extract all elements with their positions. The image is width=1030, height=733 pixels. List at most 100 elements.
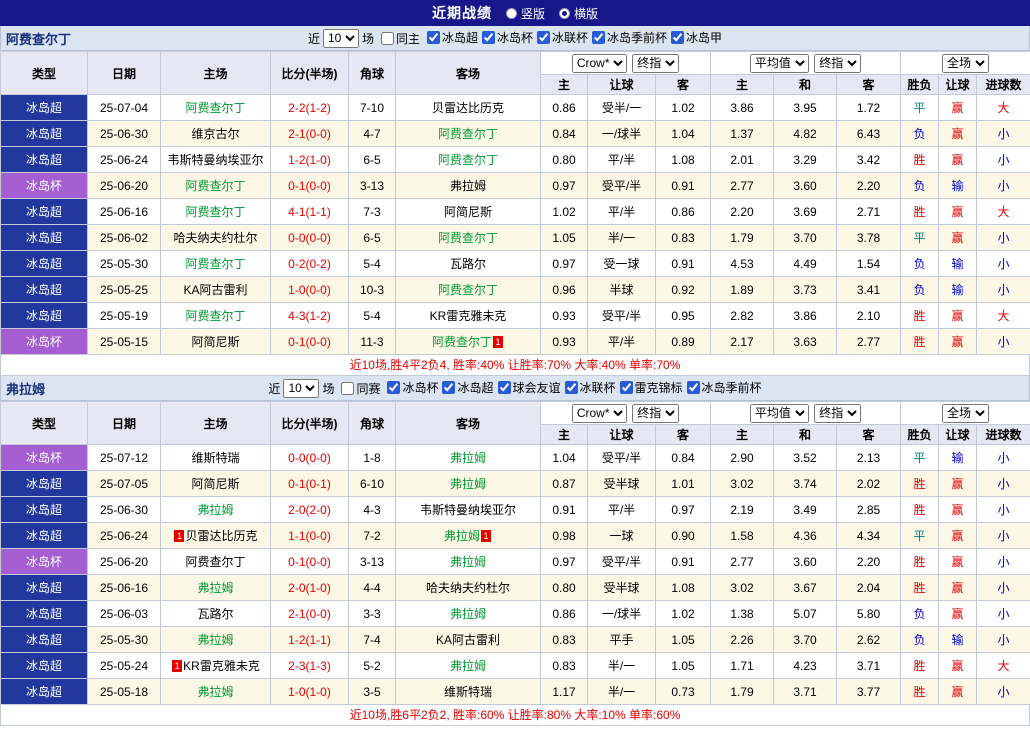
team-link[interactable]: 韦斯特曼纳埃亚尔 (167, 153, 263, 167)
league-checkbox[interactable] (426, 31, 440, 44)
bookmaker-select[interactable]: Crow* (571, 403, 627, 423)
league-checkbox[interactable] (564, 381, 578, 394)
score-link[interactable]: 4-3(1-2) (270, 302, 349, 329)
league-checkbox[interactable] (592, 31, 606, 44)
team-link[interactable]: 弗拉姆 (197, 581, 233, 595)
score-link[interactable]: 0-1(0-0) (270, 328, 349, 355)
score-link[interactable]: 2-0(2-0) (270, 496, 349, 523)
team-link[interactable]: 阿费查尔丁 (185, 205, 245, 219)
team-link[interactable]: 哈夫纳夫约杜尔 (173, 231, 257, 245)
league-filter[interactable]: 雷克锦标 (616, 379, 683, 396)
league-checkbox[interactable] (619, 381, 633, 394)
team-link[interactable]: 瓦路尔 (197, 607, 233, 621)
team-link[interactable]: 阿简尼斯 (191, 335, 239, 349)
team-link[interactable]: KR雷克雅未克 (430, 309, 507, 323)
scope-select[interactable]: 全场 (942, 53, 990, 73)
team-link[interactable]: 阿费查尔丁 (185, 101, 245, 115)
team-link[interactable]: 阿简尼斯 (191, 477, 239, 491)
league-checkbox[interactable] (497, 381, 511, 394)
team-link[interactable]: KA阿古雷利 (183, 283, 247, 297)
team-link[interactable]: 弗拉姆 (444, 529, 480, 543)
team-link[interactable]: 弗拉姆 (197, 503, 233, 517)
score-link[interactable]: 0-1(0-1) (270, 470, 349, 497)
team-link[interactable]: 弗拉姆 (450, 555, 486, 569)
team-link[interactable]: 韦斯特曼纳埃亚尔 (420, 503, 516, 517)
team-link[interactable]: 阿费查尔丁 (185, 179, 245, 193)
team-link[interactable]: 阿费查尔丁 (185, 555, 245, 569)
team-link[interactable]: 弗拉姆 (450, 451, 486, 465)
team-link[interactable]: 维斯特瑞 (191, 451, 239, 465)
avg-stage-select[interactable]: 终指 (814, 403, 862, 423)
team-link[interactable]: 瓦路尔 (450, 257, 486, 271)
team-link[interactable]: 阿费查尔丁 (438, 231, 498, 245)
league-filter[interactable]: 冰岛杯 (478, 29, 533, 46)
score-link[interactable]: 0-0(0-0) (270, 224, 349, 251)
league-checkbox[interactable] (671, 31, 685, 44)
match-count-select[interactable]: 10 (283, 378, 320, 398)
team-link[interactable]: 弗拉姆 (197, 685, 233, 699)
team-link[interactable]: 弗拉姆 (197, 633, 233, 647)
league-checkbox[interactable] (537, 31, 551, 44)
league-filter[interactable]: 冰岛超 (438, 379, 494, 396)
same-checkbox[interactable] (341, 381, 355, 395)
league-checkbox[interactable] (442, 381, 456, 394)
score-link[interactable]: 2-1(0-0) (270, 600, 349, 627)
bookmaker-select[interactable]: Crow* (571, 53, 627, 73)
league-filter[interactable]: 冰岛季前杯 (588, 29, 667, 46)
score-link[interactable]: 0-1(0-0) (270, 548, 349, 575)
score-link[interactable]: 4-1(1-1) (270, 198, 349, 225)
score-link[interactable]: 0-2(0-2) (270, 250, 349, 277)
league-filter[interactable]: 球会友谊 (494, 379, 561, 396)
team-link[interactable]: 维斯特瑞 (444, 685, 492, 699)
score-link[interactable]: 0-0(0-0) (270, 444, 349, 471)
team-link[interactable]: 弗拉姆 (450, 477, 486, 491)
score-link[interactable]: 2-3(1-3) (270, 652, 349, 679)
team-link[interactable]: 弗拉姆 (450, 179, 486, 193)
same-filter[interactable]: 同主 (377, 30, 420, 47)
team-link[interactable]: 阿费查尔丁 (185, 309, 245, 323)
team-link[interactable]: 阿费查尔丁 (438, 127, 498, 141)
team-link[interactable]: 维京古尔 (191, 127, 239, 141)
avg-select[interactable]: 平均值 (749, 53, 809, 73)
team-link[interactable]: 贝雷达比历克 (185, 529, 257, 543)
team-link[interactable]: 阿费查尔丁 (432, 335, 492, 349)
team-link[interactable]: 阿简尼斯 (444, 205, 492, 219)
same-checkbox[interactable] (380, 31, 394, 45)
league-filter[interactable]: 冰岛超 (423, 29, 478, 46)
team-link[interactable]: KA阿古雷利 (436, 633, 500, 647)
team-link[interactable]: 阿费查尔丁 (438, 153, 498, 167)
league-filter[interactable]: 冰岛甲 (667, 29, 722, 46)
score-link[interactable]: 1-1(0-0) (270, 522, 349, 549)
score-link[interactable]: 1-2(1-0) (270, 146, 349, 173)
odds-stage-select[interactable]: 终指 (632, 403, 680, 423)
score-link[interactable]: 1-0(1-0) (270, 678, 349, 705)
score-link[interactable]: 2-1(0-0) (270, 120, 349, 147)
score-link[interactable]: 2-2(1-2) (270, 94, 349, 121)
league-filter[interactable]: 冰岛季前杯 (683, 379, 762, 396)
league-filter[interactable]: 冰岛杯 (383, 379, 438, 396)
score-link[interactable]: 2-0(1-0) (270, 574, 349, 601)
avg-stage-select[interactable]: 终指 (814, 53, 862, 73)
scope-select[interactable]: 全场 (942, 403, 990, 423)
layout-radio-horizontal[interactable]: 横版 (559, 5, 598, 22)
match-count-select[interactable]: 10 (322, 28, 359, 48)
league-checkbox[interactable] (686, 381, 700, 394)
avg-select[interactable]: 平均值 (749, 403, 809, 423)
same-filter[interactable]: 同赛 (337, 380, 380, 397)
league-filter[interactable]: 冰联杯 (561, 379, 616, 396)
score-link[interactable]: 1-0(0-0) (270, 276, 349, 303)
team-link[interactable]: KR雷克雅未克 (183, 659, 260, 673)
league-filter[interactable]: 冰联杯 (533, 29, 588, 46)
score-link[interactable]: 0-1(0-0) (270, 172, 349, 199)
team-link[interactable]: 贝雷达比历克 (432, 101, 504, 115)
score-link[interactable]: 1-2(1-1) (270, 626, 349, 653)
team-link[interactable]: 弗拉姆 (450, 607, 486, 621)
team-link[interactable]: 弗拉姆 (450, 659, 486, 673)
team-link[interactable]: 哈夫纳夫约杜尔 (426, 581, 510, 595)
team-link[interactable]: 阿费查尔丁 (185, 257, 245, 271)
league-checkbox[interactable] (387, 381, 401, 394)
team-link[interactable]: 阿费查尔丁 (438, 283, 498, 297)
league-checkbox[interactable] (482, 31, 495, 44)
layout-radio-vertical[interactable]: 竖版 (505, 5, 545, 22)
odds-stage-select[interactable]: 终指 (632, 53, 680, 73)
